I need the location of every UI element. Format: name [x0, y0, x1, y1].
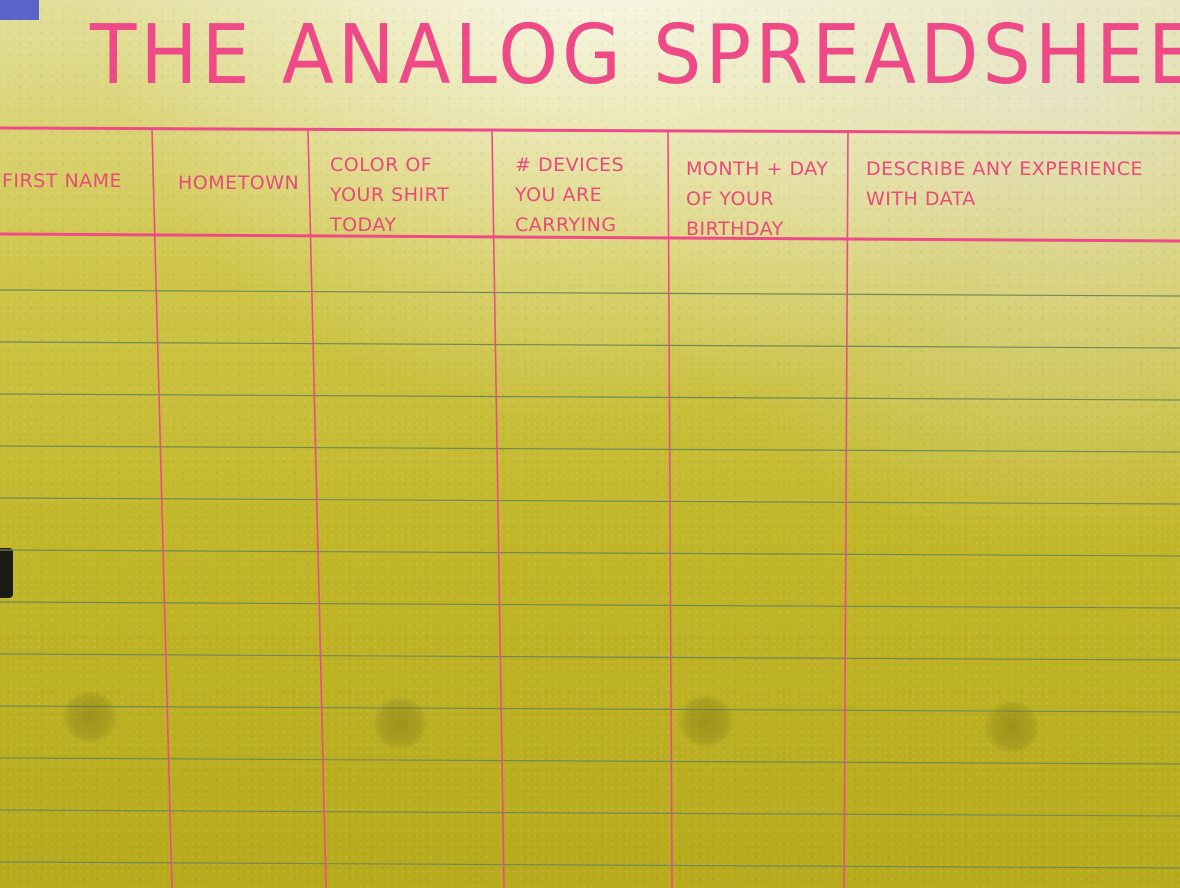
ruled-line	[0, 341, 1180, 349]
ruled-line	[0, 653, 1180, 661]
ruled-line	[0, 393, 1180, 401]
ruled-line	[0, 497, 1180, 505]
ruled-line	[0, 861, 1180, 869]
ruled-line	[0, 757, 1180, 765]
column-header-devices: # DEVICES YOU ARE CARRYING	[515, 154, 625, 236]
ruled-line	[0, 549, 1180, 557]
spreadsheet-grid	[0, 126, 1180, 888]
column-divider	[151, 129, 173, 888]
ruled-line	[0, 809, 1180, 817]
column-divider	[843, 129, 849, 888]
column-header-shirt-color: COLOR OF YOUR SHIRT TODAY	[330, 154, 450, 236]
ruled-line	[0, 445, 1180, 453]
column-header-hometown: HOMETOWN	[178, 172, 300, 194]
legal-pad-sheet: THE ANALOG SPREADSHEET FIRST NAME HOMETO…	[0, 0, 1180, 888]
ruled-lines	[0, 289, 1180, 869]
tape-stain	[678, 696, 734, 746]
ruled-line	[0, 289, 1180, 297]
column-divider	[667, 129, 673, 888]
ruled-line	[0, 601, 1180, 609]
tape-stain	[984, 702, 1040, 752]
column-divider	[307, 129, 327, 888]
column-divider	[491, 129, 505, 888]
column-header-birthday: MONTH + DAY OF YOUR BIRTHDAY	[686, 158, 829, 240]
column-header-data-experience: DESCRIBE ANY EXPERIENCE WITH DATA	[866, 158, 1143, 210]
tape-stain	[372, 698, 428, 748]
column-header-first-name: FIRST NAME	[2, 170, 123, 192]
tape-stain	[62, 692, 118, 742]
header-top-border	[0, 126, 1180, 135]
